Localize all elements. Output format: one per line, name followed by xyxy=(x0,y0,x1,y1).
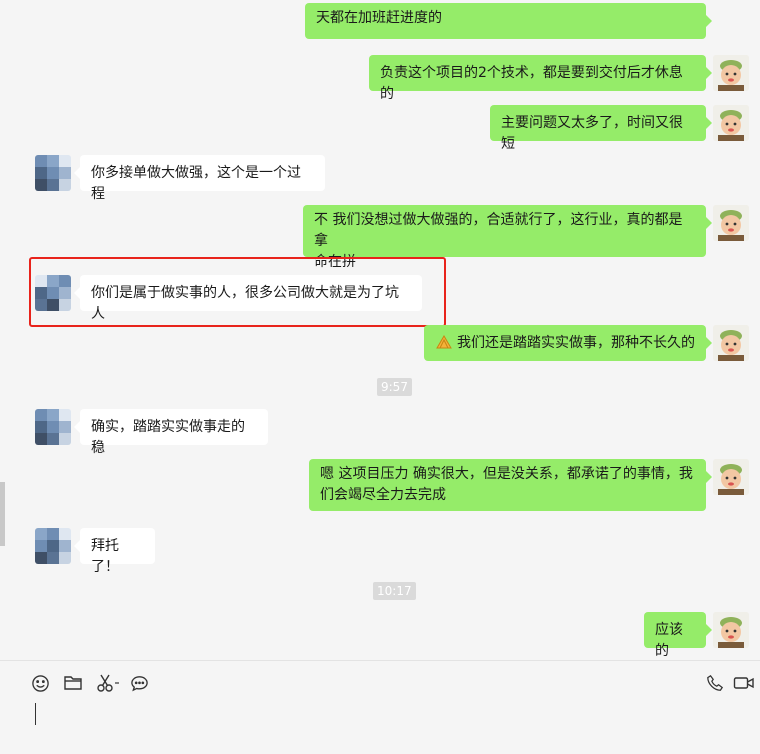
message-text-line: 嗯 这项目压力 确实很大，但是没关系，都承诺了的事情，我 xyxy=(320,466,693,482)
chat-history-icon[interactable] xyxy=(129,673,149,693)
timestamp: 9:57 xyxy=(377,378,412,396)
chat-message-area[interactable]: 天都在加班赶进度的 负责这个项目的2个技术，都是要到交付后才休息的 主要问题又太… xyxy=(0,0,760,660)
folder-icon[interactable] xyxy=(63,673,83,693)
emoji-icon[interactable] xyxy=(30,673,50,693)
message-bubble-self[interactable]: 天都在加班赶进度的 xyxy=(305,3,712,39)
message-composer xyxy=(0,660,760,754)
baby-avatar-image xyxy=(713,325,749,361)
video-icon[interactable] xyxy=(732,673,756,693)
message-bubble-self[interactable]: 负责这个项目的2个技术，都是要到交付后才休息的 xyxy=(369,55,712,102)
message-bubble-self[interactable]: 主要问题又太多了，时间又很短 xyxy=(490,105,712,152)
self-avatar[interactable] xyxy=(713,459,749,495)
contact-avatar[interactable] xyxy=(35,528,71,564)
pixelated-avatar-image xyxy=(35,409,71,445)
baby-avatar-image xyxy=(713,459,749,495)
timestamp: 10:17 xyxy=(373,582,416,600)
self-avatar[interactable] xyxy=(713,612,749,648)
pixelated-avatar-image xyxy=(35,528,71,564)
self-avatar[interactable] xyxy=(713,205,749,241)
message-text: 应该的 xyxy=(655,622,683,659)
clap-hands-emoji xyxy=(435,334,453,357)
message-text: 拜托了！ xyxy=(91,538,119,575)
scissors-icon[interactable] xyxy=(95,673,121,693)
message-bubble-other[interactable]: 你多接单做大做强，这个是一个过程 xyxy=(74,155,325,202)
scrollbar-thumb[interactable] xyxy=(0,482,5,546)
message-text-line: 不 我们没想过做大做强的，合适就行了，这行业，真的都是拿 xyxy=(314,212,683,249)
message-text: 我们还是踏踏实实做事，那种不长久的 xyxy=(457,335,695,351)
message-bubble-other[interactable]: 拜托了！ xyxy=(74,528,155,575)
message-bubble-self[interactable]: 应该的 xyxy=(644,612,712,659)
message-text: 确实，踏踏实实做事走的稳 xyxy=(91,419,245,456)
text-input-caret[interactable] xyxy=(35,703,36,725)
message-text: 负责这个项目的2个技术，都是要到交付后才休息的 xyxy=(380,65,683,102)
phone-icon[interactable] xyxy=(705,673,725,693)
message-text: 你多接单做大做强，这个是一个过程 xyxy=(91,165,301,202)
baby-avatar-image xyxy=(713,105,749,141)
contact-avatar[interactable] xyxy=(35,155,71,191)
message-text: 主要问题又太多了，时间又很短 xyxy=(501,115,683,152)
message-text: 天都在加班赶进度的 xyxy=(316,10,442,26)
message-bubble-self[interactable]: 嗯 这项目压力 确实很大，但是没关系，都承诺了的事情，我 们会竭尽全力去完成 xyxy=(309,459,712,511)
contact-avatar[interactable] xyxy=(35,409,71,445)
self-avatar[interactable] xyxy=(713,105,749,141)
message-bubble-other[interactable]: 确实，踏踏实实做事走的稳 xyxy=(74,409,268,456)
highlight-annotation-box xyxy=(29,257,446,327)
baby-avatar-image xyxy=(713,205,749,241)
message-bubble-self[interactable]: 我们还是踏踏实实做事，那种不长久的 xyxy=(424,325,712,361)
baby-avatar-image xyxy=(713,612,749,648)
message-text-line: 们会竭尽全力去完成 xyxy=(320,487,446,503)
self-avatar[interactable] xyxy=(713,325,749,361)
message-bubble-self[interactable]: 不 我们没想过做大做强的，合适就行了，这行业，真的都是拿 命在拼 xyxy=(303,205,712,270)
baby-avatar-image xyxy=(713,55,749,91)
pixelated-avatar-image xyxy=(35,155,71,191)
self-avatar[interactable] xyxy=(713,55,749,91)
